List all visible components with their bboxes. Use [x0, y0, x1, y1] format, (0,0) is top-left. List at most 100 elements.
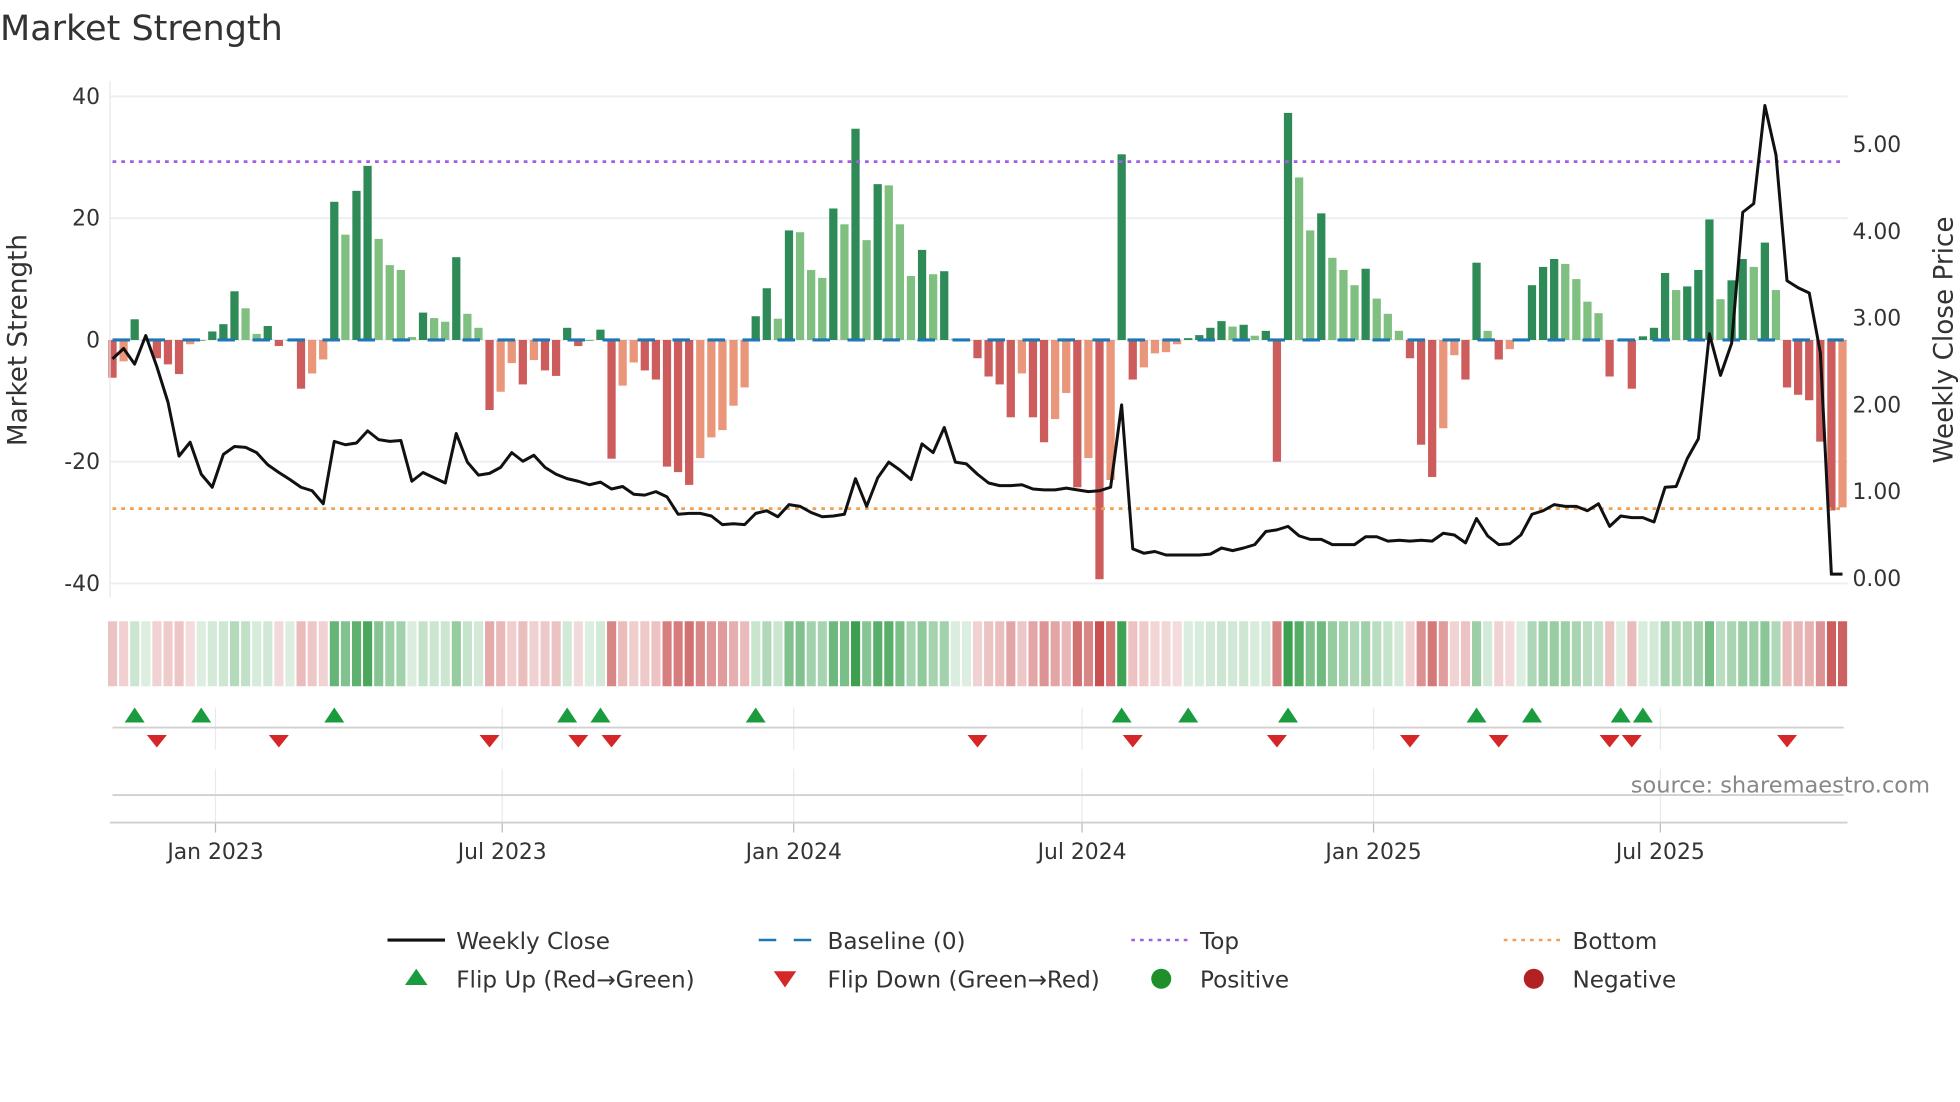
heat-cell: [762, 621, 772, 687]
strength-bar: [1705, 219, 1714, 340]
flip-up-marker: [557, 707, 578, 723]
heat-cell: [706, 621, 716, 687]
heat-cell: [1449, 621, 1459, 687]
heat-cell: [363, 621, 373, 687]
strength-bar: [219, 324, 228, 340]
strength-bar: [1206, 327, 1215, 340]
heat-cell: [573, 621, 583, 687]
y-tick-label-left: 20: [72, 207, 100, 232]
heat-cell: [163, 621, 173, 687]
heat-cell: [1150, 621, 1160, 687]
heat-cell: [1294, 621, 1304, 687]
strength-bar: [1006, 339, 1015, 418]
heat-cell: [1815, 621, 1825, 687]
strength-bar: [995, 339, 1004, 385]
heat-cell: [1682, 621, 1692, 687]
heat-cell: [629, 621, 639, 687]
strength-bar: [1073, 339, 1082, 488]
heat-cell: [973, 621, 983, 687]
strength-bar: [1150, 339, 1160, 354]
legend-label: Top: [1199, 929, 1239, 955]
strength-bar: [773, 318, 783, 340]
y-tick-label-right: 2.00: [1853, 393, 1902, 418]
heat-cell: [1272, 621, 1282, 687]
heat-cell: [1483, 621, 1493, 687]
strength-bar: [1383, 313, 1392, 340]
flip-down-marker: [1599, 735, 1620, 748]
heat-cell: [1527, 621, 1537, 687]
heat-cell: [1438, 621, 1448, 687]
strength-bar: [618, 339, 627, 386]
heat-cell: [1228, 621, 1238, 687]
strength-bar: [241, 308, 250, 340]
strength-bar: [1827, 339, 1836, 511]
strength-bar: [1550, 259, 1559, 340]
strength-bar: [1538, 266, 1548, 340]
heat-cell: [740, 621, 750, 687]
strength-bar: [563, 327, 572, 340]
heat-cell: [351, 621, 362, 687]
heat-cell: [995, 621, 1005, 687]
strength-bar: [551, 339, 561, 376]
x-tick-label: Jan 2023: [165, 840, 263, 865]
heat-cell: [1327, 621, 1337, 687]
heat-cell: [562, 621, 572, 687]
heat-cell: [108, 621, 118, 687]
heat-cell: [1338, 621, 1349, 687]
strength-bar: [929, 274, 938, 340]
strength-bar: [1328, 257, 1337, 340]
strength-bar: [352, 190, 361, 340]
strength-bar: [463, 313, 472, 340]
strength-bar: [1782, 339, 1792, 388]
heat-cell: [119, 621, 129, 687]
flip-down-marker: [479, 735, 500, 748]
strength-bar: [418, 312, 428, 340]
strength-bar: [1672, 290, 1681, 340]
strength-bar: [296, 339, 306, 389]
heat-cell: [817, 621, 827, 687]
heat-cell: [1804, 621, 1814, 687]
strength-bar: [1217, 321, 1226, 340]
strength-bar: [518, 339, 527, 385]
strength-bar: [385, 265, 394, 340]
flip-up-marker: [324, 707, 345, 723]
strength-bar: [374, 238, 383, 340]
strength-bar: [529, 339, 539, 361]
heat-cell: [152, 621, 162, 687]
heat-cell: [695, 621, 705, 687]
heat-cell: [1050, 621, 1060, 687]
axes: 40 20 0 -20 -40 5.00 4.00 3.00 2.00 1.00 0.00 Jan 2…: [64, 81, 1901, 865]
heat-cell: [618, 621, 628, 687]
market-strength-chart: Market Strength 40 20 0 -20 -40 5.00 4.00 3.00 2…: [0, 9, 1960, 993]
heat-cell: [218, 621, 229, 687]
strength-bar: [862, 240, 871, 340]
strength-bar: [1583, 301, 1592, 340]
heat-cell: [1838, 621, 1848, 687]
heat-cell: [795, 621, 805, 687]
strength-bar: [540, 339, 550, 371]
strength-bar: [1017, 339, 1026, 374]
heat-cell: [1172, 621, 1182, 687]
y-tick-label-right: 3.00: [1853, 307, 1902, 332]
strength-bar: [1039, 339, 1049, 443]
legend-triangle-down-icon: [773, 971, 797, 988]
heat-cell: [1039, 621, 1049, 687]
heat-cell: [806, 621, 816, 687]
heat-cell: [839, 621, 850, 687]
heat-cell: [1760, 621, 1770, 687]
heat-cell: [828, 621, 838, 687]
heat-cell: [1826, 621, 1837, 687]
heat-cell: [1782, 621, 1792, 687]
strength-heat-strip: [108, 621, 1848, 687]
heat-cell: [1061, 621, 1071, 687]
strength-bar: [319, 339, 328, 360]
strength-bar: [673, 339, 683, 473]
heat-cell: [595, 621, 606, 687]
strength-bar: [751, 316, 760, 340]
strength-bar: [1394, 330, 1404, 340]
heat-cell: [662, 621, 672, 687]
heat-cell: [540, 621, 550, 687]
heat-cell: [252, 621, 262, 687]
heat-cell: [939, 621, 949, 687]
strength-bar: [662, 339, 672, 467]
